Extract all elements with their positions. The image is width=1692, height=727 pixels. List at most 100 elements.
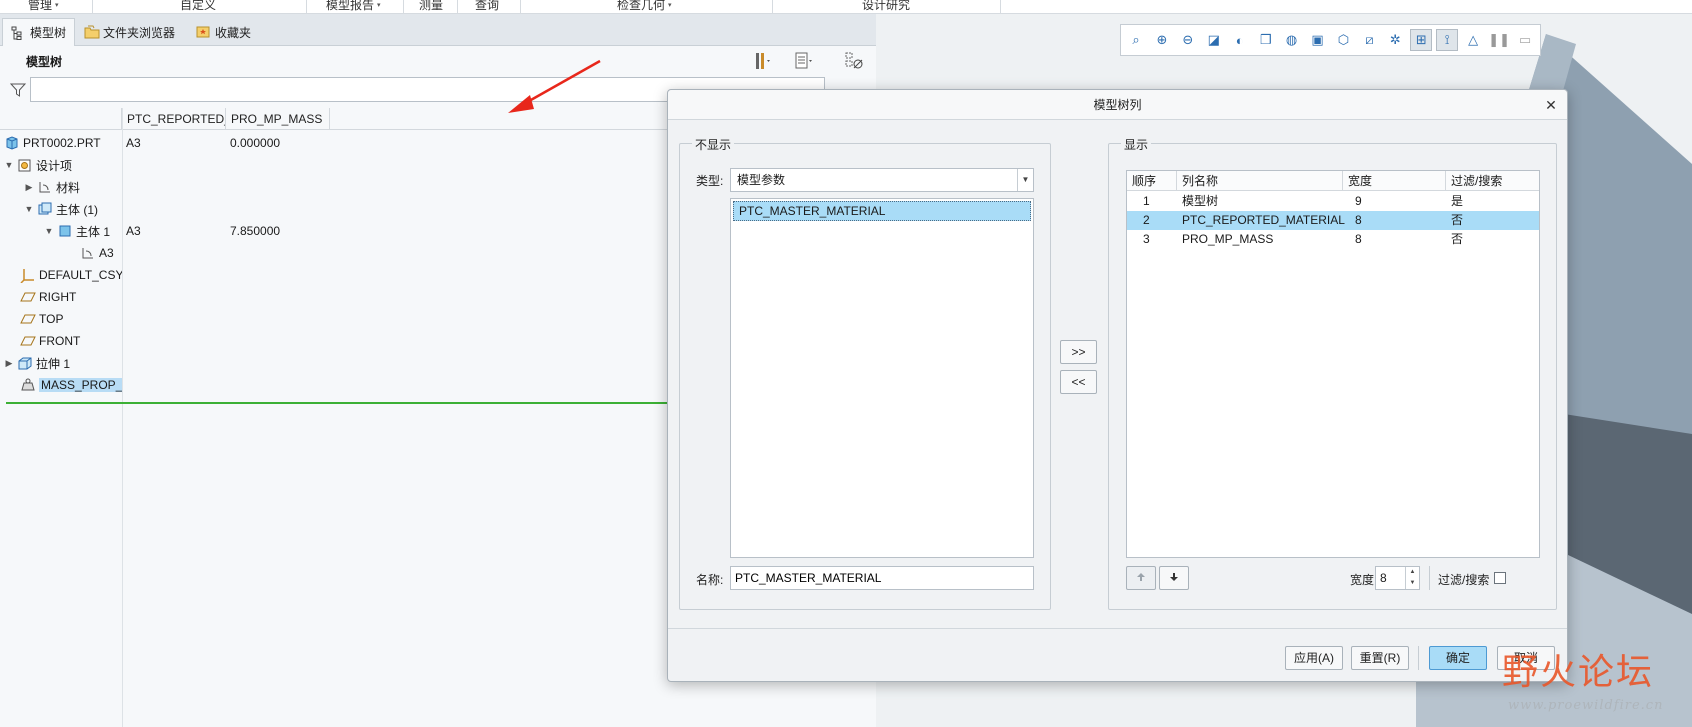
tab-model-tree[interactable]: 模型树	[2, 18, 76, 46]
part-icon	[4, 135, 20, 151]
available-columns-list[interactable]: PTC_MASTER_MATERIAL	[730, 198, 1034, 558]
ribbon-model-report-menu[interactable]: 模型报告 ▾	[326, 0, 381, 13]
stepper-arrows-icon[interactable]: ▲ ▼	[1405, 567, 1419, 589]
table-row-selected[interactable]: 2 PTC_REPORTED_MATERIAL 8 否	[1127, 211, 1539, 230]
reset-button[interactable]: 重置(R)	[1351, 646, 1409, 670]
table-row[interactable]: 1 模型树 9 是	[1127, 192, 1539, 211]
watermark-url: www.proewildfire.cn	[1508, 698, 1664, 713]
move-up-button[interactable]	[1126, 566, 1156, 590]
width-stepper[interactable]: 8 ▲ ▼	[1375, 566, 1420, 590]
apply-button[interactable]: 应用(A)	[1285, 646, 1343, 670]
perspective-icon[interactable]: ▣	[1307, 29, 1329, 51]
collapse-icon[interactable]: ▼	[24, 204, 34, 214]
display-style-icon[interactable]: ◐	[1229, 29, 1251, 51]
tree-cell-mass: 7.850000	[230, 224, 281, 238]
tree-node-label: 主体 1	[76, 224, 111, 239]
ribbon-label: 检查几何	[617, 0, 666, 12]
watermark-logo: 野火论坛	[1502, 652, 1655, 693]
ribbon-group-labels: 管理 ▾ 自定义 模型报告 ▾ 测量 查询 检查几何 ▾ 设计研究	[0, 0, 1692, 14]
tab-folder-browser[interactable]: 文件夹浏览器	[76, 18, 183, 46]
datum-plane-icon	[20, 311, 36, 327]
tree-cell-material: A3	[126, 136, 141, 150]
column-header-reported-material[interactable]: PTC_REPORTED_	[122, 108, 226, 130]
collapse-icon[interactable]: ▼	[4, 160, 14, 170]
type-label: 类型:	[696, 174, 724, 188]
divider	[520, 0, 521, 13]
chevron-down-icon[interactable]: ▼	[1017, 169, 1033, 191]
divider	[457, 0, 458, 13]
folder-browser-icon	[84, 25, 100, 39]
ok-button[interactable]: 确定	[1429, 646, 1487, 670]
tree-node: PRT0002.PRT	[4, 132, 101, 154]
name-field[interactable]	[730, 566, 1034, 590]
divider	[772, 0, 773, 13]
ribbon-customize-group[interactable]: 自定义	[180, 0, 216, 13]
spin-center-icon[interactable]: ⊞	[1410, 29, 1433, 51]
tree-node-label: FRONT	[39, 334, 81, 348]
divider	[92, 0, 93, 13]
tree-cell-material: A3	[126, 224, 141, 238]
add-column-button[interactable]: >>	[1060, 340, 1097, 364]
divider	[1418, 646, 1419, 670]
column-header-tree[interactable]	[0, 108, 122, 130]
tab-favorites[interactable]: 收藏夹	[188, 18, 259, 46]
hide-columns-icon[interactable]	[844, 51, 864, 71]
zoom-out-icon[interactable]: ⊖	[1177, 29, 1199, 51]
column-header-name[interactable]: 列名称	[1177, 171, 1343, 191]
column-header-filter[interactable]: 过滤/搜索	[1446, 171, 1539, 191]
shown-group: 显示 顺序 列名称 宽度 过滤/搜索 1 模型树 9 是 2 PTC_REPOR…	[1108, 136, 1557, 610]
datum-display-icon[interactable]: ⧄	[1358, 29, 1380, 51]
cell-filter: 否	[1451, 213, 1464, 227]
view-manager-icon[interactable]: ◍	[1281, 29, 1303, 51]
tab-label: 模型树	[30, 26, 67, 40]
divider	[668, 628, 1567, 629]
close-icon[interactable]: ✕	[1543, 97, 1559, 113]
ribbon-manage-menu[interactable]: 管理 ▾	[28, 0, 59, 13]
tree-node: ▶ 拉伸 1	[4, 352, 70, 374]
stepper-value: 8	[1380, 571, 1387, 585]
arrow-down-icon	[1170, 573, 1178, 581]
refit-icon[interactable]: ⌕	[1125, 29, 1147, 51]
filter-search-checkbox[interactable]	[1494, 572, 1506, 584]
move-down-button[interactable]	[1159, 566, 1189, 590]
repaint-icon[interactable]: ◪	[1203, 29, 1225, 51]
pause-icon[interactable]: ❚❚	[1488, 29, 1510, 51]
column-header-width[interactable]: 宽度	[1343, 171, 1446, 191]
ribbon-measure-menu[interactable]: 测量	[419, 0, 443, 13]
remove-column-button[interactable]: <<	[1060, 370, 1097, 394]
tree-node: ▼ 主体 1	[44, 220, 110, 242]
type-dropdown[interactable]: 模型参数 ▼	[730, 168, 1034, 192]
cell-name: 模型树	[1182, 194, 1219, 208]
extrude-icon	[17, 355, 33, 371]
model-tree-display-icon[interactable]: ⟟	[1436, 29, 1459, 51]
ribbon-label: 自定义	[180, 0, 217, 12]
annotation-display-icon[interactable]: ✲	[1384, 29, 1406, 51]
saved-orientations-icon[interactable]: ❒	[1255, 29, 1277, 51]
expand-icon[interactable]: ▶	[4, 358, 14, 369]
show-menu-icon[interactable]	[793, 51, 813, 71]
column-header-order[interactable]: 顺序	[1127, 171, 1177, 191]
view-toolbar: ⌕ ⊕ ⊖ ◪ ◐ ❒ ◍ ▣ ⬡ ⧄ ✲ ⊞ ⟟ △ ❚❚ ▭	[1120, 24, 1541, 56]
annotation-arrow-icon	[508, 59, 601, 113]
forum-watermark: 野火论坛 www.proewildfire.cn	[1502, 643, 1692, 727]
shown-columns-table[interactable]: 顺序 列名称 宽度 过滤/搜索 1 模型树 9 是 2 PTC_REPORTED…	[1126, 170, 1540, 558]
ribbon-inquiry-menu[interactable]: 查询	[475, 0, 499, 13]
ribbon-design-study-group[interactable]: 设计研究	[862, 0, 910, 13]
zoom-in-icon[interactable]: ⊕	[1151, 29, 1173, 51]
expand-icon[interactable]: ▶	[24, 182, 34, 193]
insert-indicator	[6, 402, 668, 404]
tree-cell-mass: 0.000000	[230, 136, 281, 150]
chevron-down-icon: ▾	[55, 1, 59, 9]
appearance-icon[interactable]: △	[1462, 29, 1484, 51]
table-row[interactable]: 3 PRO_MP_MASS 8 否	[1127, 230, 1539, 249]
disabled-icon: ▭	[1518, 32, 1532, 47]
tree-node: TOP	[20, 308, 63, 330]
list-item[interactable]: PTC_MASTER_MATERIAL	[733, 201, 1031, 221]
collapse-icon[interactable]: ▼	[44, 226, 54, 236]
tab-label: 文件夹浏览器	[103, 25, 176, 40]
settings-tool-icon[interactable]	[752, 51, 772, 71]
filter-icon[interactable]	[9, 82, 27, 98]
column-header-mass[interactable]: PRO_MP_MASS	[226, 108, 330, 130]
ribbon-check-geometry-menu[interactable]: 检查几何 ▾	[617, 0, 672, 13]
section-icon[interactable]: ⬡	[1333, 29, 1355, 51]
